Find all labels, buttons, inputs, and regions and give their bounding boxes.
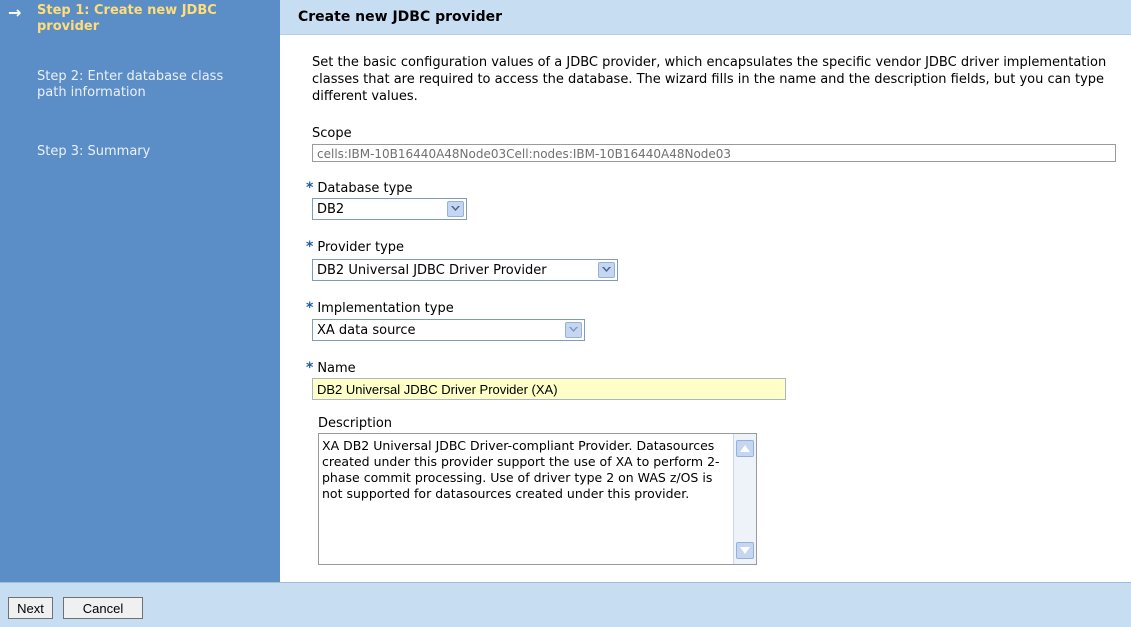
provider-type-select[interactable]: DB2 Universal JDBC Driver Provider bbox=[312, 259, 618, 281]
name-field[interactable] bbox=[312, 378, 786, 400]
implementation-type-label: * Implementation type bbox=[306, 300, 454, 316]
page-title: Create new JDBC provider bbox=[298, 9, 502, 25]
next-button[interactable]: Next bbox=[8, 597, 53, 619]
scroll-down-icon[interactable] bbox=[736, 542, 754, 559]
main-panel: Create new JDBC provider Set the basic c… bbox=[280, 0, 1131, 582]
chevron-down-icon[interactable] bbox=[447, 201, 464, 217]
description-label: Description bbox=[318, 416, 393, 431]
scope-label: Scope bbox=[312, 126, 352, 141]
required-marker: * bbox=[306, 180, 314, 196]
description-scrollbar[interactable] bbox=[733, 434, 756, 564]
description-text: XA DB2 Universal JDBC Driver-compliant P… bbox=[322, 438, 720, 501]
intro-text: Set the basic configuration values of a … bbox=[312, 55, 1107, 104]
cancel-button[interactable]: Cancel bbox=[63, 597, 143, 619]
chevron-down-icon[interactable] bbox=[565, 322, 582, 338]
database-type-select[interactable]: DB2 bbox=[312, 198, 467, 220]
step-3-summary[interactable]: Step 3: Summary bbox=[37, 144, 237, 160]
wizard-steps-sidebar: → Step 1: Create new JDBC provider Step … bbox=[0, 0, 280, 582]
page-header: Create new JDBC provider bbox=[280, 0, 1131, 35]
chevron-down-icon[interactable] bbox=[598, 262, 615, 278]
right-arrow-icon: → bbox=[8, 3, 22, 22]
step-1-create-provider[interactable]: Step 1: Create new JDBC provider bbox=[37, 3, 237, 35]
implementation-type-select[interactable]: XA data source bbox=[312, 319, 585, 341]
implementation-type-value: XA data source bbox=[317, 323, 416, 338]
name-label: * Name bbox=[306, 360, 356, 376]
database-type-label: * Database type bbox=[306, 180, 413, 196]
wizard-footer: Next Cancel bbox=[0, 582, 1131, 627]
scroll-up-icon[interactable] bbox=[736, 440, 754, 457]
provider-type-value: DB2 Universal JDBC Driver Provider bbox=[317, 263, 547, 278]
provider-type-label: * Provider type bbox=[306, 239, 405, 255]
description-textarea[interactable]: XA DB2 Universal JDBC Driver-compliant P… bbox=[318, 433, 757, 565]
scope-field: cells:IBM-10B16440A48Node03Cell:nodes:IB… bbox=[312, 144, 1116, 162]
step-2-class-path[interactable]: Step 2: Enter database class path inform… bbox=[37, 69, 237, 101]
database-type-value: DB2 bbox=[317, 202, 345, 217]
